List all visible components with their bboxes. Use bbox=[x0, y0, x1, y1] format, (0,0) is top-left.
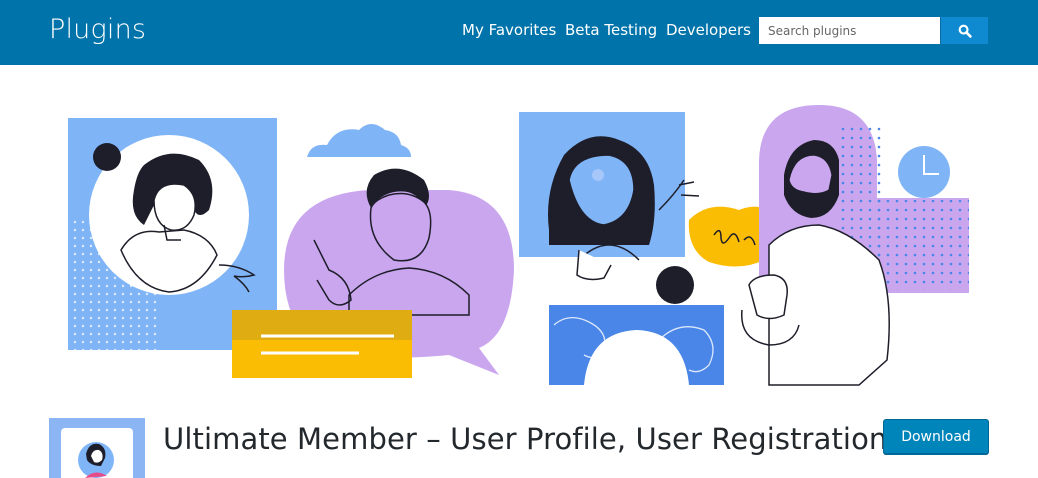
search-input[interactable] bbox=[759, 17, 940, 44]
search-button[interactable] bbox=[940, 17, 988, 44]
plugins-logo-link[interactable]: Plugins bbox=[49, 14, 146, 45]
plugin-title: Ultimate Member – User Profile, User Reg… bbox=[163, 422, 897, 456]
nav-my-favorites[interactable]: My Favorites bbox=[462, 21, 556, 39]
plugin-icon-avatar bbox=[61, 428, 133, 478]
download-button[interactable]: Download bbox=[883, 419, 989, 454]
nav-beta-testing[interactable]: Beta Testing bbox=[565, 21, 657, 39]
search-form bbox=[759, 17, 988, 44]
plugin-banner-illustration bbox=[68, 105, 969, 386]
search-icon bbox=[958, 24, 972, 38]
nav-developers[interactable]: Developers bbox=[666, 21, 751, 39]
plugin-icon bbox=[49, 418, 145, 478]
site-header: Plugins My Favorites Beta Testing Develo… bbox=[0, 0, 1038, 65]
